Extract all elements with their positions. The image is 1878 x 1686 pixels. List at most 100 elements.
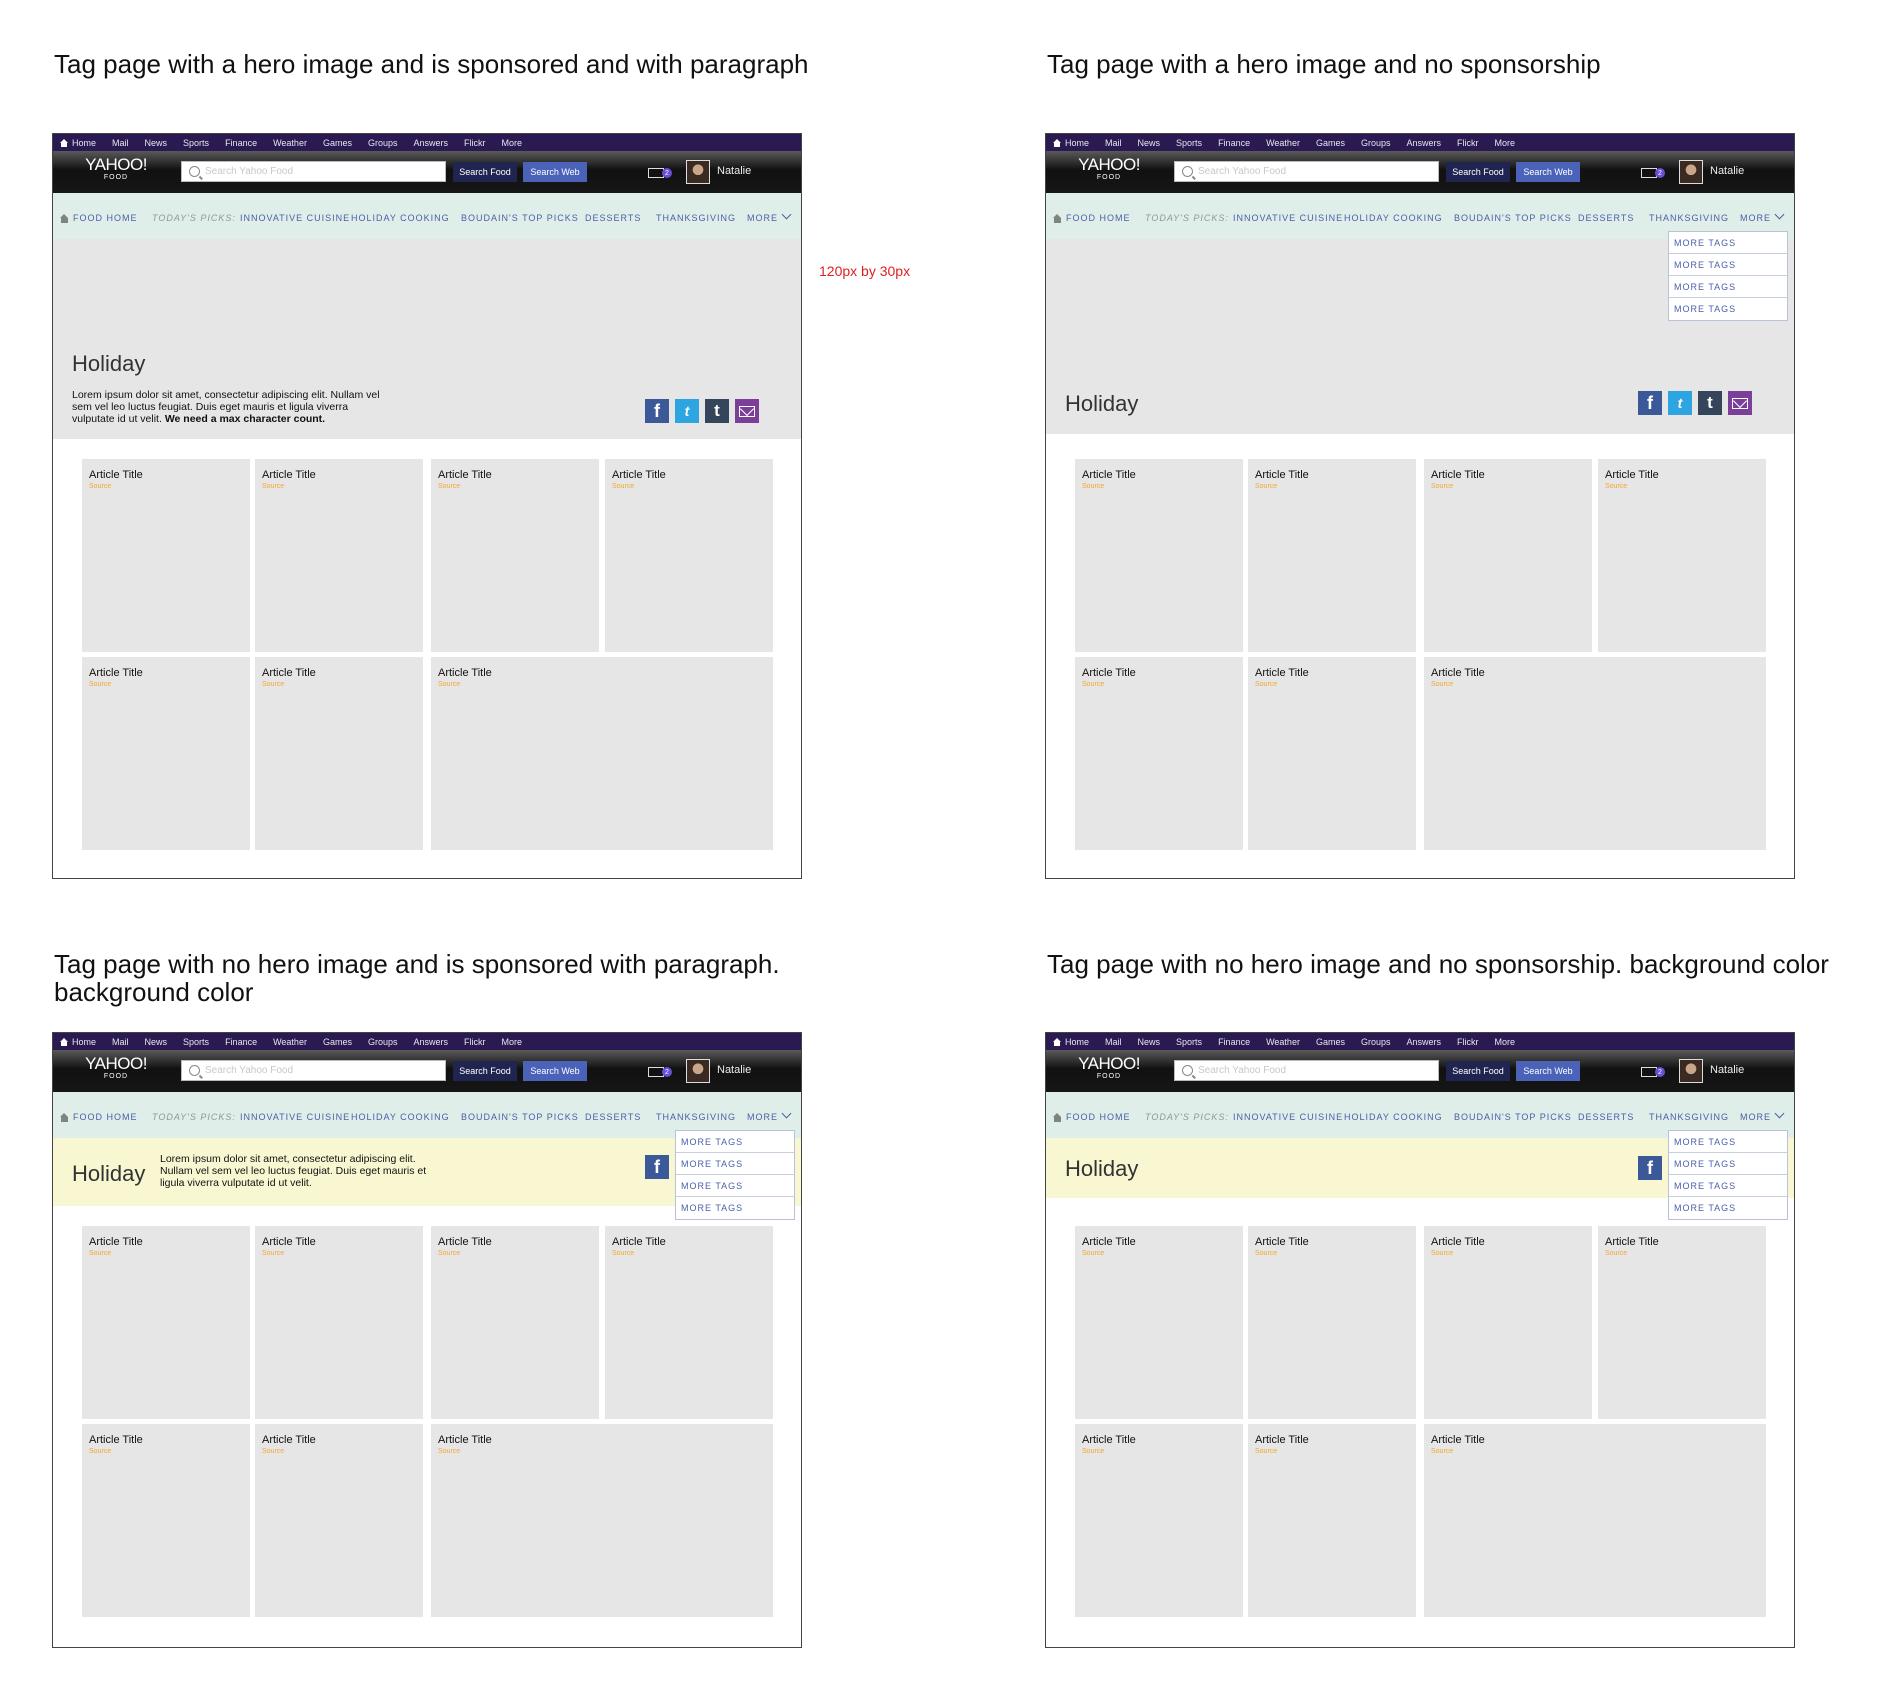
search-food-button[interactable]: Search Food <box>1446 1061 1510 1081</box>
top-nav-item[interactable]: Mail <box>1105 138 1122 148</box>
category-link[interactable]: DESSERTS <box>585 213 641 223</box>
article-card[interactable]: Article Title Source <box>1424 1226 1592 1419</box>
category-link[interactable]: THANKSGIVING <box>1649 213 1729 223</box>
top-nav-item[interactable]: Flickr <box>464 1037 486 1047</box>
article-card[interactable]: Article Title Source <box>255 459 423 652</box>
user-name[interactable]: Natalie <box>1710 1064 1744 1076</box>
category-link[interactable]: BOUDAIN'S TOP PICKS <box>1454 1112 1572 1122</box>
top-nav-item[interactable]: More <box>502 138 523 148</box>
more-tags-item[interactable]: MORE TAGS <box>676 1197 794 1219</box>
facebook-icon[interactable]: f <box>645 1155 669 1179</box>
article-card[interactable]: Article Title Source <box>1424 459 1592 652</box>
article-card[interactable]: Article Title Source <box>1598 1226 1766 1419</box>
top-nav-item[interactable]: Groups <box>368 1037 398 1047</box>
article-card[interactable]: Article Title Source <box>1248 1424 1416 1617</box>
article-card[interactable]: Article Title Source <box>1075 1424 1243 1617</box>
search-input[interactable]: Search Yahoo Food <box>1174 161 1439 182</box>
top-nav-item[interactable]: News <box>1138 138 1161 148</box>
top-nav-item[interactable]: Sports <box>183 1037 209 1047</box>
article-card[interactable]: Article Title Source <box>605 1226 773 1419</box>
top-nav-item[interactable]: Mail <box>1105 1037 1122 1047</box>
food-home-link[interactable]: FOOD HOME <box>60 1112 138 1122</box>
category-link[interactable]: THANKSGIVING <box>1649 1112 1729 1122</box>
top-nav-item[interactable]: Home <box>60 1037 96 1047</box>
mail-icon[interactable]: 2 <box>648 1067 674 1077</box>
tumblr-icon[interactable]: t <box>705 399 729 423</box>
yahoo-food-logo[interactable]: YAHOO! FOOD <box>1078 1054 1140 1081</box>
search-food-button[interactable]: Search Food <box>453 1061 517 1081</box>
top-nav-item[interactable]: Home <box>1053 138 1089 148</box>
article-card[interactable]: Article Title Source <box>82 1424 250 1617</box>
top-nav-item[interactable]: Answers <box>413 1037 448 1047</box>
category-link[interactable]: HOLIDAY COOKING <box>351 1112 450 1122</box>
category-link[interactable]: BOUDAIN'S TOP PICKS <box>461 213 579 223</box>
yahoo-food-logo[interactable]: YAHOO! FOOD <box>85 155 147 182</box>
top-nav-item[interactable]: Groups <box>368 138 398 148</box>
avatar[interactable] <box>1679 1059 1703 1083</box>
category-link[interactable]: BOUDAIN'S TOP PICKS <box>461 1112 579 1122</box>
avatar[interactable] <box>1679 160 1703 184</box>
category-link[interactable]: INNOVATIVE CUISINE <box>1233 213 1343 223</box>
food-home-link[interactable]: FOOD HOME <box>1053 213 1131 223</box>
facebook-icon[interactable]: f <box>645 399 669 423</box>
more-tags-item[interactable]: MORE TAGS <box>1669 1175 1787 1197</box>
more-tags-item[interactable]: MORE TAGS <box>1669 276 1787 298</box>
article-card[interactable]: Article Title Source <box>431 1226 599 1419</box>
more-tags-item[interactable]: MORE TAGS <box>676 1175 794 1197</box>
search-web-button[interactable]: Search Web <box>1516 1061 1580 1081</box>
top-nav-item[interactable]: More <box>1495 138 1516 148</box>
category-link[interactable]: THANKSGIVING <box>656 213 736 223</box>
search-web-button[interactable]: Search Web <box>523 1061 587 1081</box>
top-nav-item[interactable]: Mail <box>112 1037 129 1047</box>
article-card[interactable]: Article Title Source <box>255 657 423 850</box>
top-nav-item[interactable]: Groups <box>1361 138 1391 148</box>
top-nav-item[interactable]: Sports <box>1176 138 1202 148</box>
search-food-button[interactable]: Search Food <box>453 162 517 182</box>
email-icon[interactable] <box>1728 391 1752 415</box>
category-link[interactable]: HOLIDAY COOKING <box>1344 1112 1443 1122</box>
article-card[interactable]: Article Title Source <box>605 459 773 652</box>
top-nav-item[interactable]: Flickr <box>1457 1037 1479 1047</box>
yahoo-food-logo[interactable]: YAHOO! FOOD <box>85 1054 147 1081</box>
more-tags-item[interactable]: MORE TAGS <box>676 1131 794 1153</box>
top-nav-item[interactable]: Weather <box>273 138 307 148</box>
article-card[interactable]: Article Title Source <box>1075 1226 1243 1419</box>
more-menu-button[interactable]: MORE <box>1740 209 1785 223</box>
search-web-button[interactable]: Search Web <box>1516 162 1580 182</box>
more-menu-button[interactable]: MORE <box>747 209 792 223</box>
article-card[interactable]: Article Title Source <box>1424 657 1766 850</box>
more-tags-item[interactable]: MORE TAGS <box>676 1153 794 1175</box>
article-card[interactable]: Article Title Source <box>1424 1424 1766 1617</box>
more-tags-item[interactable]: MORE TAGS <box>1669 1131 1787 1153</box>
yahoo-food-logo[interactable]: YAHOO! FOOD <box>1078 155 1140 182</box>
top-nav-item[interactable]: News <box>1138 1037 1161 1047</box>
category-link[interactable]: DESSERTS <box>585 1112 641 1122</box>
top-nav-item[interactable]: Mail <box>112 138 129 148</box>
top-nav-item[interactable]: Finance <box>225 138 257 148</box>
category-link[interactable]: DESSERTS <box>1578 213 1634 223</box>
mail-icon[interactable]: 2 <box>1641 168 1667 178</box>
top-nav-item[interactable]: Flickr <box>464 138 486 148</box>
article-card[interactable]: Article Title Source <box>1248 459 1416 652</box>
category-link[interactable]: HOLIDAY COOKING <box>351 213 450 223</box>
search-food-button[interactable]: Search Food <box>1446 162 1510 182</box>
top-nav-item[interactable]: Weather <box>1266 138 1300 148</box>
article-card[interactable]: Article Title Source <box>255 1424 423 1617</box>
avatar[interactable] <box>686 1059 710 1083</box>
top-nav-item[interactable]: Games <box>323 1037 352 1047</box>
top-nav-item[interactable]: News <box>145 138 168 148</box>
more-menu-button[interactable]: MORE <box>747 1108 792 1122</box>
search-input[interactable]: Search Yahoo Food <box>181 1060 446 1081</box>
top-nav-item[interactable]: Answers <box>1406 1037 1441 1047</box>
top-nav-item[interactable]: Weather <box>273 1037 307 1047</box>
top-nav-item[interactable]: Home <box>1053 1037 1089 1047</box>
top-nav-item[interactable]: Games <box>1316 138 1345 148</box>
article-card[interactable]: Article Title Source <box>82 1226 250 1419</box>
article-card[interactable]: Article Title Source <box>82 657 250 850</box>
category-link[interactable]: HOLIDAY COOKING <box>1344 213 1443 223</box>
top-nav-item[interactable]: Answers <box>413 138 448 148</box>
category-link[interactable]: BOUDAIN'S TOP PICKS <box>1454 213 1572 223</box>
user-name[interactable]: Natalie <box>717 1064 751 1076</box>
food-home-link[interactable]: FOOD HOME <box>1053 1112 1131 1122</box>
article-card[interactable]: Article Title Source <box>431 1424 773 1617</box>
